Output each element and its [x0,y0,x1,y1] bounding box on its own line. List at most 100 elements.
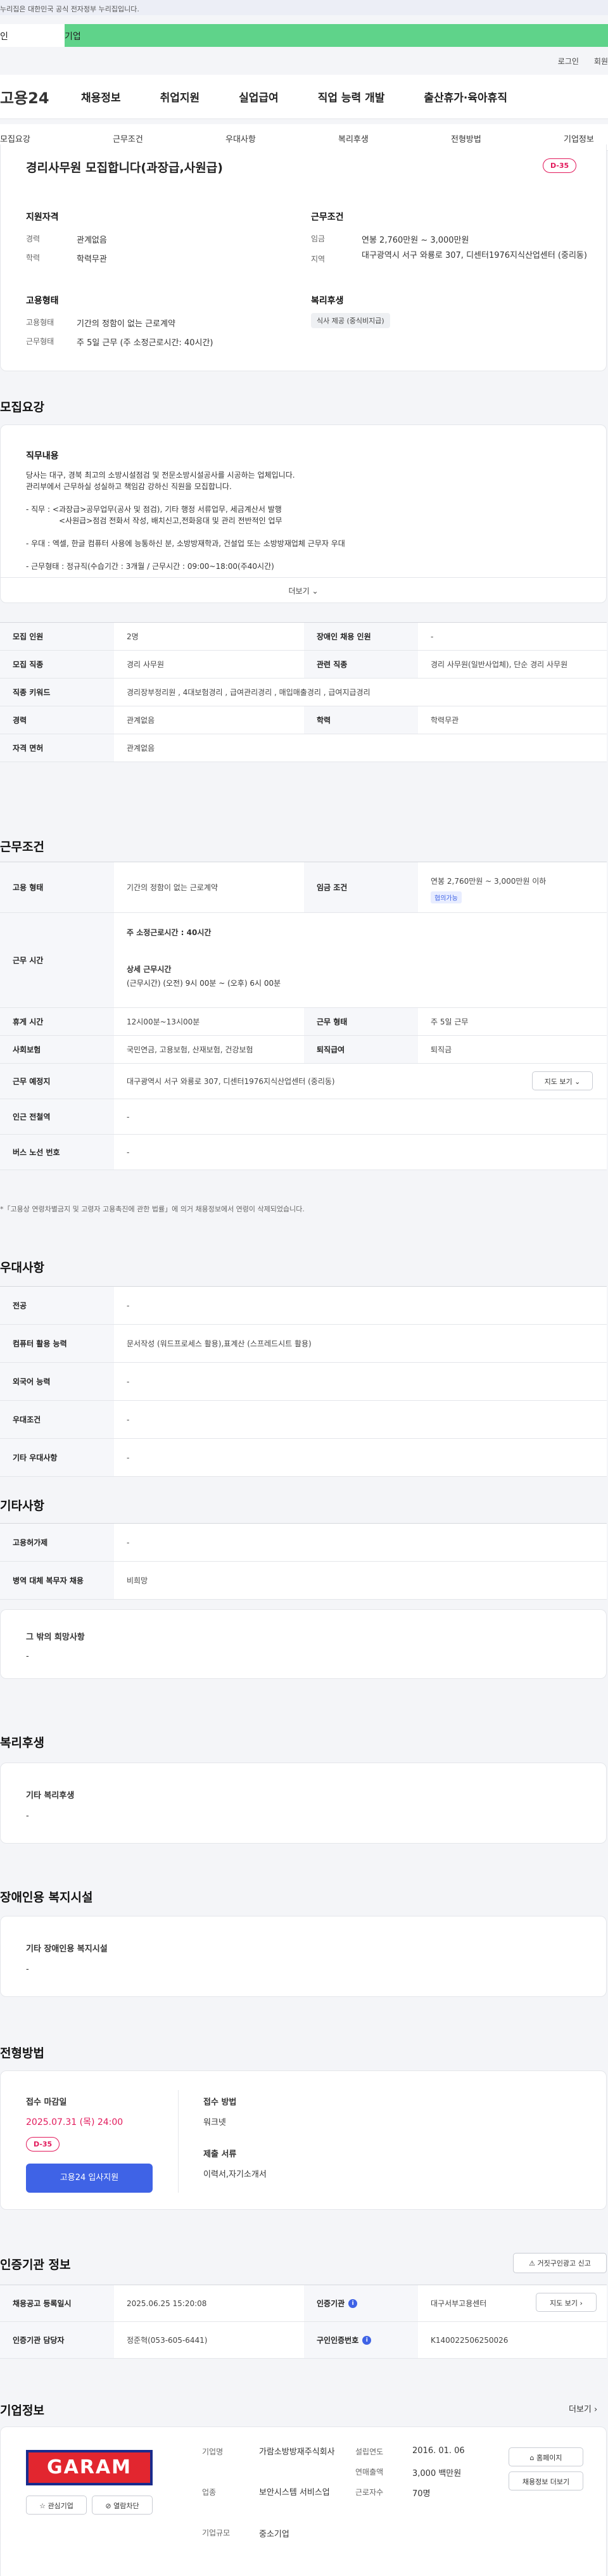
company-more-link[interactable]: 더보기 › [569,2402,597,2414]
block-company-button[interactable]: ⊘ 열람차단 [92,2496,153,2515]
apply-button[interactable]: 고용24 입사지원 [26,2164,153,2193]
subnav-benefit[interactable]: 복리후생 [338,132,369,144]
company-est: 2016. 01. 06 [412,2446,465,2456]
jobs-more-button[interactable]: 채용정보 더보기 [509,2471,583,2490]
table-cell: - [127,1538,130,1547]
table-header: 인근 전철역 [0,1099,114,1134]
table-row: 외국어 능력 - [0,1363,607,1401]
table-header: 구인인증번호 i [304,2322,418,2358]
wish-value: - [26,1652,29,1661]
summary-card: 경리사무원 모집합니다(과장급,사원급) D-35 지원자격 경력 관계없음 학… [0,144,607,371]
home-icon: ⌂ [529,2454,535,2462]
report-icon: ⚠ [529,2259,535,2267]
home-label: 홈페이지 [536,2454,562,2462]
weekly-hours: 주 소정근로시간 : 40시간 [127,927,211,938]
table-row: 우대조건 - [0,1401,607,1439]
utility-menu: 로그인 회원 [558,56,608,67]
map-label: 지도 보기 [550,2299,578,2307]
subnav-company[interactable]: 기업정보 [564,132,594,144]
table-header: 모집 인원 [0,623,114,650]
table-header: 사회보험 [0,1036,114,1063]
method-value: 워크넷 [203,2118,226,2127]
table-row: 직종 키워드 경리장부정리원 , 4대보험경리 , 급여관리경리 , 매입매출경… [0,679,607,706]
table-header: 근무 예정지 [0,1064,114,1099]
table-header: 장애인 채용 인원 [304,623,418,650]
map-button[interactable]: 지도 보기 ⌄ [532,1071,593,1090]
etc-heading: 기타사항 [0,1499,44,1513]
screening-card: 접수 마감일 2025.07.31 (목) 24:00 D-35 고용24 입사… [0,2070,607,2210]
tab-personal[interactable]: 인 [0,24,65,47]
docs-title: 제출 서류 [203,2150,237,2159]
screening-heading: 전형방법 [0,2046,44,2060]
benefit-card: 기타 복리후생 - [0,1763,607,1844]
table-row: 모집 직종 경리 사무원 관련 직종 경리 사무원(일반사업체), 단순 경리 … [0,651,607,679]
duty-line: - 직무 : <과장급>공무업무(공사 및 점검), 기타 행정 서류업무, 세… [26,505,282,514]
company-name: 가람소방방재주식회사 [259,2447,335,2457]
table-header: 기타 우대사항 [0,1439,114,1476]
table-row: 컴퓨터 활용 능력 문서작성 (워드프로세스 활용),표계산 (스프레드시트 활용… [0,1325,607,1363]
cert-map-button[interactable]: 지도 보기 › [536,2293,597,2312]
gnb-training[interactable]: 직업 능력 개발 [318,89,385,105]
table-cell: 기간의 정함이 없는 근로계약 [127,883,218,892]
tab-company[interactable]: 기업 [65,24,608,47]
cond-title: 근무조건 [311,212,344,222]
tab-company-label: 기업 [65,32,81,42]
homepage-button[interactable]: ⌂ 홈페이지 [509,2447,583,2466]
table-header: 외국어 능력 [0,1363,114,1400]
report-label: 거짓구인광고 신고 [537,2259,591,2267]
table-row: 인근 전철역 - [0,1099,607,1135]
weekly-value: 40시간 [186,928,212,937]
duty-more-button[interactable]: 더보기 ⌄ [1,577,606,603]
gnb-unemployment-benefit[interactable]: 실업급여 [239,89,279,105]
duty-line: - 우대 : 엑셀, 한글 컴퓨터 사용에 능통하신 분, 소방방재학과, 건설… [26,539,345,548]
pref-heading: 우대사항 [0,1261,44,1275]
org-label: 인증기관 [317,2299,345,2308]
etc-table: 고용허가제 - 병역 대체 복무자 채용 비희망 [0,1523,607,1600]
join-link[interactable]: 회원 [594,56,608,67]
table-row: 병역 대체 복무자 채용 비희망 [0,1562,607,1600]
edu-value: 학력무관 [77,255,107,264]
subnav-recruit[interactable]: 모집요강 [0,132,30,144]
subnav-work[interactable]: 근무조건 [113,132,143,144]
table-cell: 경리 사무원(일반사업체), 단순 경리 사무원 [431,660,568,669]
wage-value: 연봉 2,760만원 ~ 3,000만원 [362,236,469,245]
deadline-title: 접수 마감일 [26,2098,67,2107]
duty-line: 관리부에서 근무하실 성실하고 책임감 강하신 직원을 모집합니다. [26,482,232,491]
info-icon[interactable]: i [362,2335,372,2345]
table-header: 자격 면허 [0,734,114,762]
gnb-employment-support[interactable]: 취업지원 [160,89,200,105]
qual-title: 지원자격 [26,212,59,222]
table-row: 휴게 시간 12시00분~13시00분 근무 형태 주 5일 근무 [0,1008,607,1036]
disabled-heading: 장애인용 복지시설 [0,1891,93,1904]
recruit-heading: 모집요강 [0,400,44,414]
company-more-label: 더보기 [569,2405,592,2414]
work-table: 고용 형태 기간의 정함이 없는 근로계약 임금 조건 연봉 2,760만원 ~… [0,862,607,1170]
disabled-card: 기타 장애인용 복지시설 - [0,1916,607,1997]
subnav-pref[interactable]: 우대사항 [225,132,256,144]
table-cell: 관계없음 [127,716,155,725]
divider [178,2090,179,2193]
company-size: 중소기업 [259,2530,289,2539]
ind-label: 업종 [202,2488,217,2497]
login-link[interactable]: 로그인 [558,56,579,67]
info-icon[interactable]: i [348,2299,358,2308]
recruit-table: 모집 인원 2명 장애인 채용 인원 - 모집 직종 경리 사무원 관련 직종 … [0,622,607,762]
table-header: 우대조건 [0,1401,114,1438]
subnav-screening[interactable]: 전형방법 [451,132,481,144]
chevron-right-icon: › [580,2299,583,2307]
table-header: 근무 형태 [304,1008,418,1035]
detail-hours: (근무시간) (오전) 9시 00분 ~ (오후) 6시 00분 [127,979,281,988]
gnb-leave[interactable]: 출산휴가·육아휴직 [424,89,507,105]
fav-company-button[interactable]: ☆ 관심기업 [26,2496,87,2515]
table-cell: 주 5일 근무 [431,1017,469,1026]
benefit-title: 기타 복리후생 [26,1791,75,1801]
site-logo[interactable]: 고용24 [0,86,81,108]
table-cell: 퇴직금 [431,1045,452,1054]
table-row: 기타 우대사항 - [0,1439,607,1477]
table-header: 근무 시간 [0,913,114,1007]
table-cell: 학력무관 [431,716,459,725]
gnb-jobs[interactable]: 채용정보 [81,89,121,105]
report-button[interactable]: ⚠ 거짓구인광고 신고 [513,2253,607,2273]
welfare-title: 복리후생 [311,296,344,306]
duty-line: - 근무형태 : 정규직(수습기간 : 3개월 / 근무시간 : 09:00~1… [26,562,274,571]
